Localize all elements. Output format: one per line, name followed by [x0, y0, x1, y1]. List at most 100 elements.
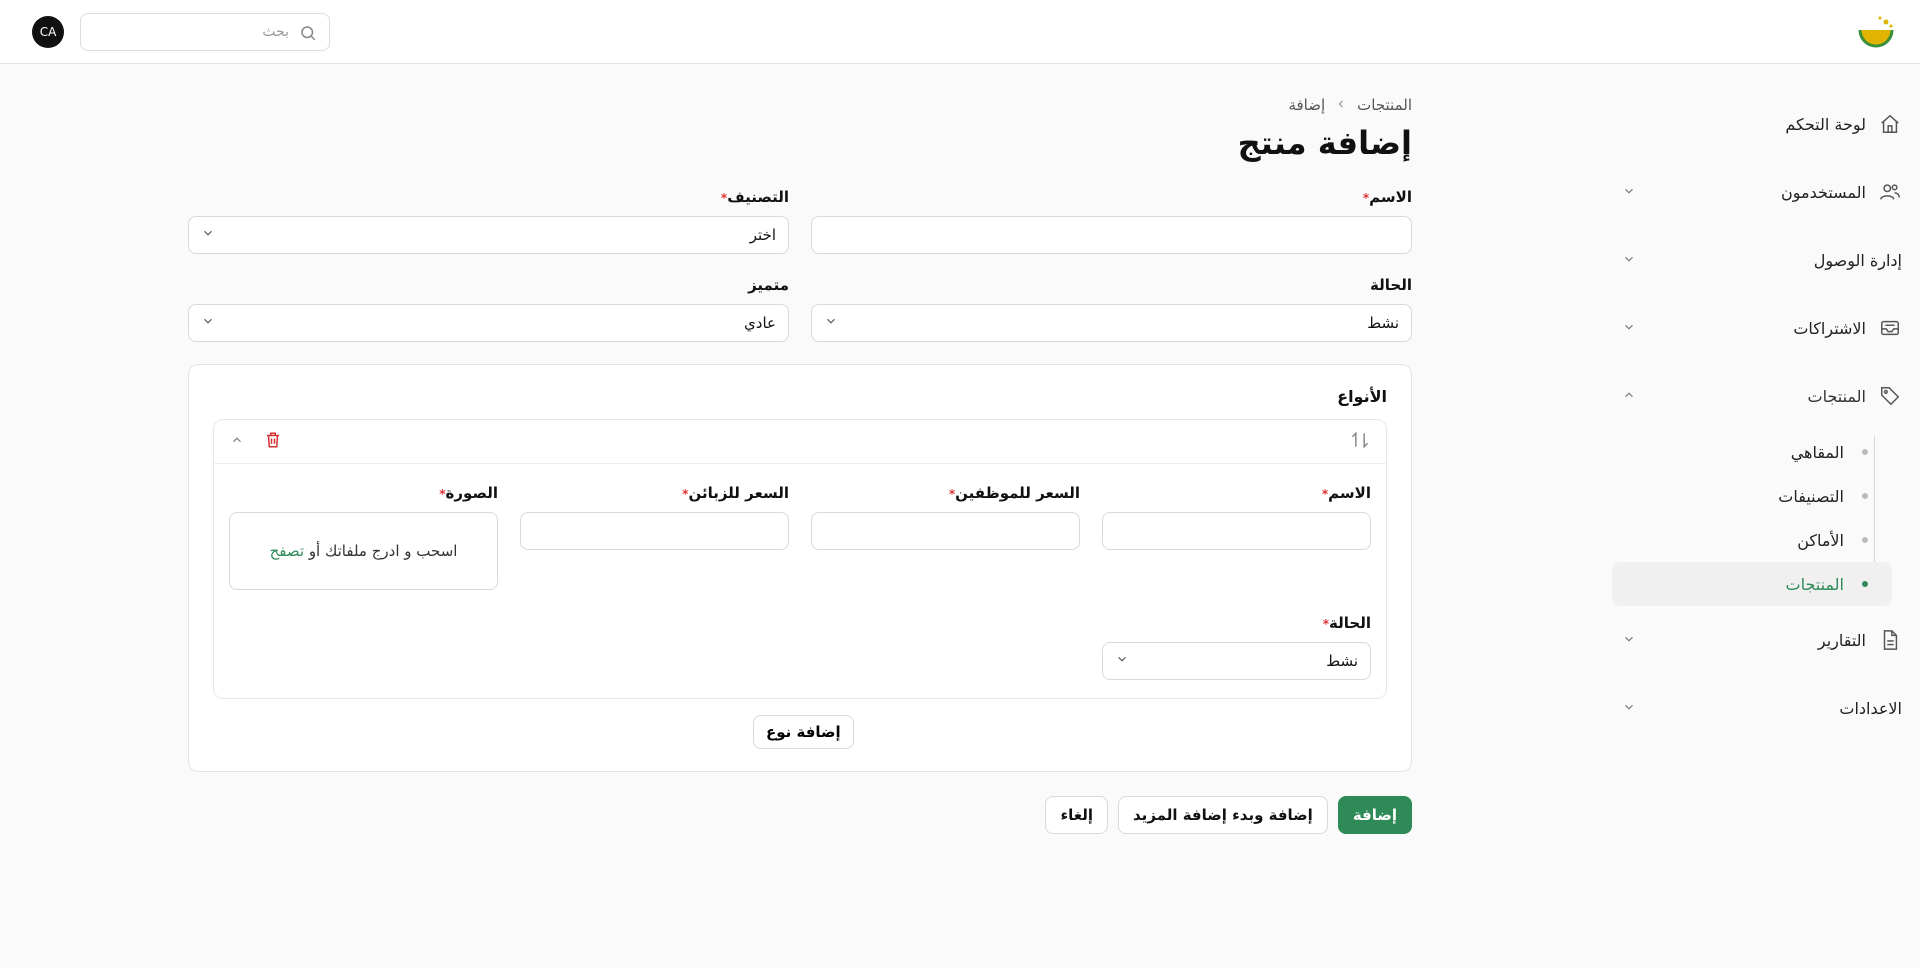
- sidebar-item-label: التقارير: [1817, 630, 1866, 650]
- variant-status-field: الحالة* نشط: [1102, 614, 1371, 680]
- name-label: الاسم: [1369, 188, 1412, 206]
- customer-price-field: السعر للزبائن*: [520, 484, 789, 590]
- sidebar-item-label: المنتجات: [1807, 386, 1867, 406]
- variants-section: الأنواع الاسم* السعر للموظفين* السعر للز…: [188, 364, 1412, 772]
- reorder-icon[interactable]: [1350, 430, 1370, 454]
- sidebar-item-label: الاعدادات: [1839, 698, 1902, 718]
- variant-controls: [230, 431, 282, 453]
- chevron-left-icon: [1335, 96, 1347, 114]
- sidebar-subitem-label: المنتجات: [1785, 574, 1845, 594]
- chevron-down-icon: [1622, 251, 1636, 270]
- chevron-down-icon: [201, 314, 215, 332]
- sidebar-item-label: الاشتراكات: [1793, 318, 1866, 338]
- bullet-icon: [1862, 537, 1868, 543]
- breadcrumb-current: إضافة: [1288, 96, 1326, 114]
- inbox-icon: [1878, 316, 1902, 340]
- category-select[interactable]: اختر: [188, 216, 789, 254]
- chevron-down-icon: [1115, 652, 1129, 670]
- sidebar-subitem-cafes[interactable]: المقاهي: [1612, 430, 1892, 474]
- variant-name-input[interactable]: [1102, 512, 1371, 550]
- variant-name-label: الاسم: [1328, 484, 1371, 502]
- breadcrumb: المنتجات إضافة: [188, 90, 1412, 120]
- chevron-down-icon: [1622, 631, 1636, 650]
- sidebar-subitem-label: المقاهي: [1790, 442, 1844, 462]
- chevron-down-icon: [824, 314, 838, 332]
- bullet-icon: [1862, 449, 1868, 455]
- form-actions: إضافة إضافة وبدء إضافة المزيد إلغاء: [188, 796, 1412, 834]
- bullet-icon: [1862, 493, 1868, 499]
- variant-status-value: نشط: [1326, 652, 1358, 670]
- name-field: الاسم*: [811, 188, 1412, 254]
- bullet-icon: [1862, 581, 1868, 587]
- chevron-down-icon: [1622, 319, 1636, 338]
- status-select[interactable]: نشط: [811, 304, 1412, 342]
- sidebar-subitem-label: الأماكن: [1797, 530, 1844, 550]
- featured-label: متميز: [748, 276, 789, 294]
- featured-select[interactable]: عادي: [188, 304, 789, 342]
- chevron-down-icon: [1622, 699, 1636, 718]
- customer-price-input[interactable]: [520, 512, 789, 550]
- status-label: الحالة: [1370, 276, 1412, 294]
- submit-button[interactable]: إضافة: [1337, 796, 1412, 834]
- sidebar-item-products[interactable]: المنتجات: [1612, 362, 1902, 430]
- sidebar: لوحة التحكم المستخدمون إدارة الوصول الاش…: [1612, 90, 1902, 742]
- featured-field: متميز عادي: [188, 276, 789, 342]
- dropzone-text: اسحب و ادرج ملفاتك أو: [308, 542, 458, 560]
- name-input[interactable]: [811, 216, 1412, 254]
- variants-title: الأنواع: [1337, 387, 1387, 406]
- customer-price-label: السعر للزبائن: [688, 484, 789, 502]
- chevron-down-icon: [201, 226, 215, 244]
- sidebar-subitem-places[interactable]: الأماكن: [1612, 518, 1892, 562]
- employee-price-field: السعر للموظفين*: [811, 484, 1080, 590]
- sidebar-item-label: المستخدمون: [1781, 182, 1866, 202]
- search-icon: [299, 24, 317, 46]
- variant-status-label: الحالة: [1329, 614, 1371, 632]
- employee-price-input[interactable]: [811, 512, 1080, 550]
- image-label: الصورة: [445, 484, 498, 502]
- products-submenu: المقاهي التصنيفات الأماكن المنتجات: [1612, 430, 1902, 606]
- chevron-up-icon: [1622, 387, 1636, 406]
- sidebar-item-access-management[interactable]: إدارة الوصول: [1612, 226, 1902, 294]
- browse-link[interactable]: تصفح: [270, 542, 304, 560]
- variant-header: [214, 420, 1386, 464]
- variant-status-select[interactable]: نشط: [1102, 642, 1371, 680]
- chevron-down-icon: [1622, 183, 1636, 202]
- sidebar-subitem-products[interactable]: المنتجات: [1612, 562, 1892, 606]
- sidebar-item-label: إدارة الوصول: [1813, 250, 1902, 270]
- brand-logo[interactable]: [1856, 14, 1896, 54]
- sidebar-subitem-label: التصنيفات: [1778, 486, 1844, 506]
- image-field: الصورة* اسحب و ادرج ملفاتك أو تصفح: [229, 484, 498, 590]
- trash-icon[interactable]: [264, 431, 282, 453]
- top-bar: CA: [0, 0, 1920, 64]
- sidebar-item-settings[interactable]: الاعدادات: [1612, 674, 1902, 742]
- submit-and-add-more-button[interactable]: إضافة وبدء إضافة المزيد: [1118, 796, 1328, 834]
- search-input[interactable]: [81, 14, 329, 50]
- sidebar-item-users[interactable]: المستخدمون: [1612, 158, 1902, 226]
- home-icon: [1878, 112, 1902, 136]
- category-field: التصنيف* اختر: [188, 188, 789, 254]
- add-variant-button[interactable]: إضافة نوع: [753, 715, 854, 749]
- sidebar-item-subscriptions[interactable]: الاشتراكات: [1612, 294, 1902, 362]
- chevron-up-icon[interactable]: [230, 432, 244, 451]
- status-value: نشط: [1367, 314, 1399, 332]
- search-box[interactable]: [80, 13, 330, 51]
- avatar[interactable]: CA: [32, 16, 64, 48]
- featured-value: عادي: [744, 314, 776, 332]
- employee-price-label: السعر للموظفين: [955, 484, 1080, 502]
- file-icon: [1878, 628, 1902, 652]
- category-value: اختر: [749, 226, 776, 244]
- users-icon: [1878, 180, 1902, 204]
- image-dropzone[interactable]: اسحب و ادرج ملفاتك أو تصفح: [229, 512, 498, 590]
- tag-icon: [1878, 384, 1902, 408]
- cancel-button[interactable]: إلغاء: [1045, 796, 1109, 834]
- breadcrumb-parent[interactable]: المنتجات: [1357, 96, 1412, 114]
- sidebar-item-dashboard[interactable]: لوحة التحكم: [1612, 90, 1902, 158]
- sidebar-subitem-categories[interactable]: التصنيفات: [1612, 474, 1892, 518]
- variant-card: الاسم* السعر للموظفين* السعر للزبائن* ال…: [213, 419, 1387, 699]
- category-label: التصنيف: [727, 188, 789, 206]
- variant-name-field: الاسم*: [1102, 484, 1371, 590]
- status-field: الحالة نشط: [811, 276, 1412, 342]
- main-content: المنتجات إضافة إضافة منتج الاسم* التصنيف…: [188, 90, 1412, 834]
- page-title: إضافة منتج: [1237, 124, 1412, 162]
- sidebar-item-reports[interactable]: التقارير: [1612, 606, 1902, 674]
